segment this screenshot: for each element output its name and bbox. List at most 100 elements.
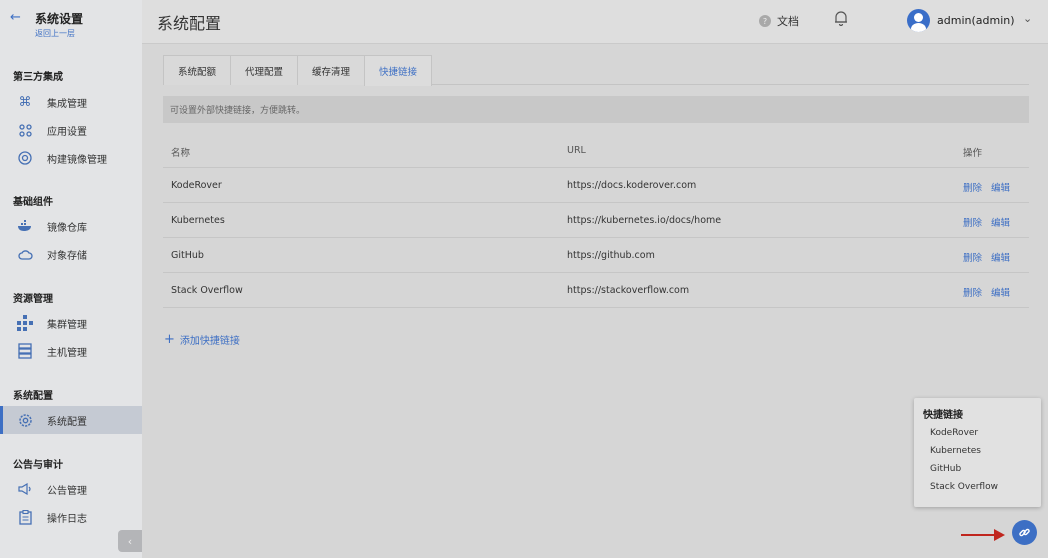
row-url: https://stackoverflow.com xyxy=(567,285,690,296)
header-name: 名称 xyxy=(171,148,191,159)
delete-button[interactable]: 删除 xyxy=(963,215,982,229)
popover-link[interactable]: GitHub xyxy=(930,464,961,474)
top-header: 系统配置 ? 文档 admin(admin) ⌄ xyxy=(142,0,1048,44)
sidebar-item-label: 对象存储 xyxy=(47,250,87,262)
user-name: admin(admin) xyxy=(937,14,1015,27)
delete-button[interactable]: 删除 xyxy=(963,250,982,264)
help-icon: ? xyxy=(759,15,771,27)
sidebar-header: ← 系统设置 返回上一层 xyxy=(0,0,142,46)
sidebar-item-registry[interactable]: 镜像仓库 xyxy=(0,212,142,240)
gear-icon xyxy=(16,411,34,429)
sidebar-item-label: 系统配置 xyxy=(47,416,87,428)
edit-button[interactable]: 编辑 xyxy=(991,285,1010,299)
tab-cache[interactable]: 缓存清理 xyxy=(297,55,366,85)
tab-quick-links[interactable]: 快捷链接 xyxy=(364,55,433,86)
popover-title: 快捷链接 xyxy=(923,410,963,421)
row-url: https://github.com xyxy=(567,250,655,261)
sidebar-item-label: 集群管理 xyxy=(47,319,87,331)
popover-link[interactable]: Stack Overflow xyxy=(930,482,998,492)
page-title: 系统配置 xyxy=(157,14,222,33)
add-link-label: 添加快捷链接 xyxy=(179,336,240,347)
section-audit: 公告与审计 xyxy=(13,460,63,471)
link-icon xyxy=(1019,528,1030,537)
sidebar-item-apps[interactable]: 应用设置 xyxy=(0,116,142,144)
collapse-sidebar-button[interactable]: ‹ xyxy=(118,530,142,552)
table-row: Kubernetes https://kubernetes.io/docs/ho… xyxy=(163,203,1029,238)
row-actions: 删除 编辑 xyxy=(963,215,1010,229)
header-ops: 操作 xyxy=(963,148,983,159)
plus-icon: + xyxy=(164,332,175,347)
chevron-down-icon[interactable]: ⌄ xyxy=(1023,12,1032,25)
sidebar-item-host[interactable]: 主机管理 xyxy=(0,337,142,365)
row-url: https://kubernetes.io/docs/home xyxy=(567,215,722,226)
sidebar-item-cluster[interactable]: 集群管理 xyxy=(0,309,142,337)
log-icon xyxy=(16,508,34,526)
cluster-icon xyxy=(16,314,34,332)
popover-link[interactable]: Kubernetes xyxy=(930,446,981,456)
row-name: GitHub xyxy=(171,250,204,261)
bell-icon[interactable] xyxy=(834,10,850,28)
section-system: 系统配置 xyxy=(13,391,53,402)
table-row: KodeRover https://docs.koderover.com 删除 … xyxy=(163,168,1029,203)
main-content: 系统配额 代理配置 缓存清理 快捷链接 可设置外部快捷链接，方便跳转。 名称 U… xyxy=(142,45,1048,558)
image-build-icon xyxy=(16,149,34,167)
sidebar-item-label: 公告管理 xyxy=(47,485,87,497)
table-row: GitHub https://github.com 删除 编辑 xyxy=(163,238,1029,273)
table-header-row: 名称 URL 操作 xyxy=(163,133,1029,168)
quick-links-popover: 快捷链接 KodeRover Kubernetes GitHub Stack O… xyxy=(914,398,1041,507)
section-basic: 基础组件 xyxy=(13,197,53,208)
sidebar-title: 系统设置 xyxy=(35,12,84,26)
popover-link[interactable]: KodeRover xyxy=(930,428,978,438)
header-url: URL xyxy=(567,145,586,156)
quick-links-button[interactable] xyxy=(1012,520,1037,545)
tab-bar: 系统配额 代理配置 缓存清理 快捷链接 xyxy=(163,55,1029,86)
docs-link[interactable]: ? 文档 xyxy=(759,13,799,29)
avatar xyxy=(907,9,930,32)
delete-button[interactable]: 删除 xyxy=(963,285,982,299)
table-row: Stack Overflow https://stackoverflow.com… xyxy=(163,273,1029,308)
sidebar-item-label: 集成管理 xyxy=(47,98,87,110)
edit-button[interactable]: 编辑 xyxy=(991,180,1010,194)
row-actions: 删除 编辑 xyxy=(963,285,1010,299)
sidebar-item-label: 镜像仓库 xyxy=(47,222,87,234)
sidebar-item-label: 应用设置 xyxy=(47,126,87,138)
apps-icon xyxy=(16,121,34,139)
chevron-left-icon: ‹ xyxy=(127,534,133,548)
announce-icon xyxy=(16,480,34,498)
sidebar-item-label: 构建镜像管理 xyxy=(47,154,107,166)
section-third-party: 第三方集成 xyxy=(13,72,63,83)
docs-label: 文档 xyxy=(777,15,799,28)
sidebar-item-system-config[interactable]: 系统配置 xyxy=(0,406,142,434)
row-actions: 删除 编辑 xyxy=(963,250,1010,264)
row-name: KodeRover xyxy=(171,180,222,191)
docker-icon xyxy=(16,217,34,235)
server-icon xyxy=(16,342,34,360)
row-actions: 删除 编辑 xyxy=(963,180,1010,194)
sidebar-item-integration[interactable]: ⌘ 集成管理 xyxy=(0,88,142,116)
sidebar-item-label: 主机管理 xyxy=(47,347,87,359)
back-link[interactable]: 返回上一层 xyxy=(35,28,75,39)
command-icon: ⌘ xyxy=(18,94,32,110)
links-table: 名称 URL 操作 KodeRover https://docs.koderov… xyxy=(163,133,1029,308)
edit-button[interactable]: 编辑 xyxy=(991,250,1010,264)
row-name: Stack Overflow xyxy=(171,285,243,296)
notice-banner: 可设置外部快捷链接，方便跳转。 xyxy=(163,96,1029,123)
annotation-arrow-icon xyxy=(961,529,1005,541)
delete-button[interactable]: 删除 xyxy=(963,180,982,194)
row-url: https://docs.koderover.com xyxy=(567,180,697,191)
edit-button[interactable]: 编辑 xyxy=(991,215,1010,229)
add-link-button[interactable]: + 添加快捷链接 xyxy=(164,332,240,347)
tab-quota[interactable]: 系统配额 xyxy=(163,55,232,85)
section-resource: 资源管理 xyxy=(13,294,53,305)
sidebar-item-label: 操作日志 xyxy=(47,513,87,525)
arrow-left-icon[interactable]: ← xyxy=(10,10,21,25)
cloud-icon xyxy=(16,245,34,263)
sidebar-item-oplog[interactable]: 操作日志 xyxy=(0,503,142,531)
tab-proxy[interactable]: 代理配置 xyxy=(230,55,299,85)
row-name: Kubernetes xyxy=(171,215,225,226)
sidebar-item-announcement[interactable]: 公告管理 xyxy=(0,475,142,503)
user-menu[interactable]: admin(admin) xyxy=(907,9,1015,32)
sidebar-item-build-image[interactable]: 构建镜像管理 xyxy=(0,144,142,172)
sidebar: ← 系统设置 返回上一层 第三方集成 ⌘ 集成管理 应用设置 构建镜像管理 基础… xyxy=(0,0,142,558)
sidebar-item-storage[interactable]: 对象存储 xyxy=(0,240,142,268)
